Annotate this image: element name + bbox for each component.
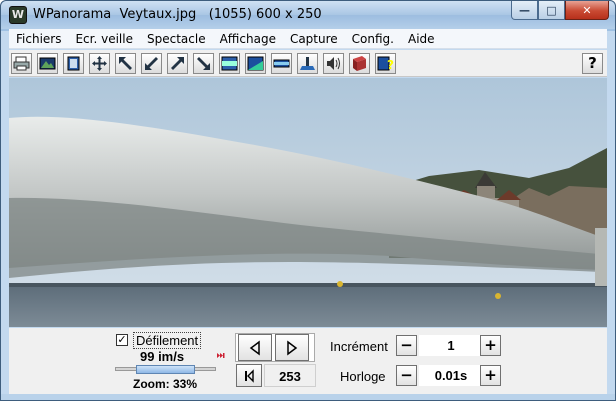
sound-icon[interactable] [323,53,344,74]
toolbar: ? ? [9,50,607,77]
arrow-up-right-icon[interactable] [167,53,188,74]
book-icon[interactable] [349,53,370,74]
minimize-button[interactable]: — [511,1,538,20]
triangle-left-icon [249,340,260,355]
move-icon[interactable] [89,53,110,74]
image-band-icon[interactable] [271,53,292,74]
scroll-label[interactable]: Défilement [133,332,202,349]
image-strip-icon[interactable] [219,53,240,74]
app-icon[interactable]: W [9,6,27,24]
panorama-image[interactable] [9,78,607,327]
clock-minus-button[interactable]: − [396,365,417,386]
caption-buttons: — □ ✕ [511,1,609,21]
title-bar[interactable]: W WPanorama Veytaux.jpg (1055) 600 x 250… [1,1,615,29]
clock-value[interactable]: 0.01s [419,365,483,386]
level-icon[interactable] [297,53,318,74]
arrow-down-left-icon[interactable] [141,53,162,74]
help-button[interactable]: ? [582,53,603,74]
increment-label: Incrément [330,339,388,354]
clock-plus-button[interactable]: + [480,365,501,386]
increment-minus-button[interactable]: − [396,335,417,356]
increment-value[interactable]: 1 [419,335,483,356]
main-window: W WPanorama Veytaux.jpg (1055) 600 x 250… [0,0,616,401]
scroll-left-button[interactable] [238,334,272,361]
window-frame-bottom [1,394,615,400]
clock-label: Horloge [340,369,386,384]
playback-controls: ✓ Défilement 99 im/s Zoom: 33% 253 Incré… [9,328,607,394]
menu-fichiers[interactable]: Fichiers [9,29,68,49]
maximize-button[interactable]: □ [538,1,565,20]
zoom-readout: Zoom: 33% [133,377,198,391]
zoom-slider-thumb[interactable] [136,365,195,374]
frame-position: 253 [264,364,316,387]
scroll-right-button[interactable] [275,334,309,361]
increment-plus-button[interactable]: + [480,335,501,356]
arrow-down-right-icon[interactable] [193,53,214,74]
speed-reset-icon[interactable] [216,351,225,360]
arrow-up-left-icon[interactable] [115,53,136,74]
menu-aide[interactable]: Aide [401,29,442,49]
menu-capture[interactable]: Capture [283,29,345,49]
menu-bar: Fichiers Ecr. veille Spectacle Affichage… [9,29,607,49]
scroll-checkbox[interactable]: ✓ [116,334,128,346]
skip-start-icon [245,368,254,383]
image-blue-icon[interactable] [245,53,266,74]
panorama-photo [9,78,607,327]
crop-icon[interactable] [63,53,84,74]
menu-spectacle[interactable]: Spectacle [140,29,213,49]
menu-affichage[interactable]: Affichage [213,29,283,49]
image-help-icon[interactable]: ? [375,53,396,74]
print-icon[interactable] [11,53,32,74]
window-title: WPanorama Veytaux.jpg (1055) 600 x 250 [33,7,322,22]
menu-ecr-veille[interactable]: Ecr. veille [68,29,140,49]
menu-config[interactable]: Config. [345,29,401,49]
triangle-right-icon [287,340,298,355]
go-to-start-button[interactable] [236,364,262,387]
open-image-icon[interactable] [37,53,58,74]
close-button[interactable]: ✕ [565,1,609,20]
svg-text:?: ? [387,58,394,72]
speed-readout: 99 im/s [140,349,185,364]
